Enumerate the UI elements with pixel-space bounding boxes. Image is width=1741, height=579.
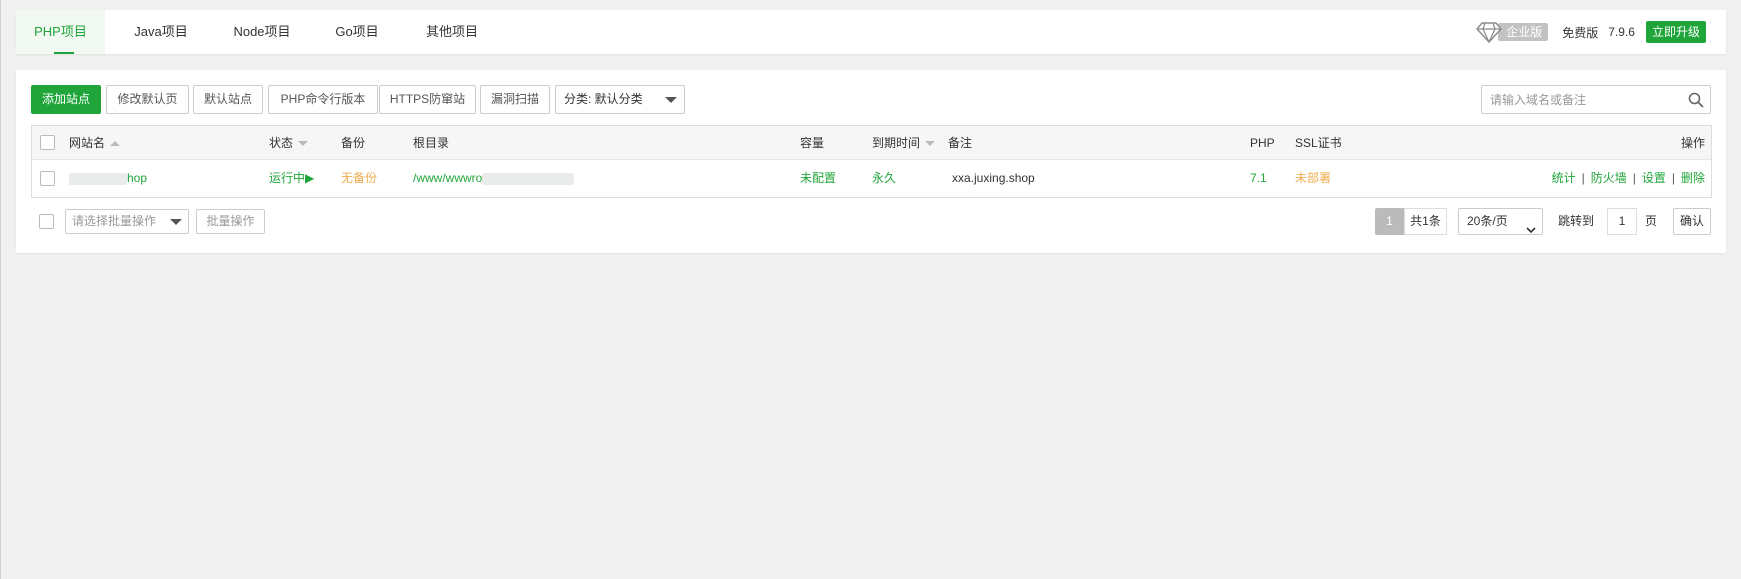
default-site-button[interactable]: 默认站点 [193, 85, 263, 114]
sort-desc-icon [298, 141, 309, 147]
column-backup: 备份 [341, 136, 366, 150]
project-type-tabbar: PHP项目 Java项目 Node项目 Go项目 其他项目 企业版 免费版 7.… [16, 10, 1726, 54]
search-box[interactable] [1481, 85, 1711, 114]
free-edition-label: 免费版 [1562, 25, 1599, 40]
tab-php-projects[interactable]: PHP项目 [16, 10, 105, 54]
tab-other-projects[interactable]: 其他项目 [407, 10, 497, 54]
redacted-text [69, 172, 127, 185]
diamond-icon [1476, 21, 1502, 44]
backup-status-link[interactable]: 无备份 [341, 160, 377, 197]
batch-select-placeholder: 请选择批量操作 [72, 214, 157, 228]
action-firewall-link[interactable]: 防火墙 [1591, 171, 1627, 185]
batch-operation-button[interactable]: 批量操作 [196, 209, 265, 234]
window-left-edge [0, 0, 1, 579]
select-all-checkbox[interactable] [40, 135, 55, 150]
php-version-link[interactable]: 7.1 [1250, 160, 1267, 197]
column-capacity: 容量 [800, 136, 825, 150]
redacted-text [482, 172, 575, 185]
batch-operation-select[interactable]: 请选择批量操作 [65, 209, 189, 234]
edit-default-page-button[interactable]: 修改默认页 [106, 85, 189, 114]
action-stats-link[interactable]: 统计 [1552, 171, 1576, 185]
https-anti-snoop-button[interactable]: HTTPS防窜站 [379, 85, 476, 114]
root-dir-link[interactable]: /www/wwwro [413, 160, 575, 197]
table-header: 网站名 状态 备份 根目录 容量 到期时间 备注 PHP SSL证书 操作 [32, 126, 1711, 160]
chevron-down-icon [665, 97, 677, 103]
capacity-link[interactable]: 未配置 [800, 160, 836, 197]
row-actions: 统计 | 防火墙 | 设置 | 删除 [1551, 171, 1705, 185]
search-input[interactable] [1482, 86, 1672, 113]
table-row: hop 运行中▶ 无备份 /www/wwwro 未配置 永久 xxa.juxin… [32, 160, 1711, 197]
status-running-toggle[interactable]: 运行中▶ [269, 160, 314, 197]
jump-confirm-button[interactable]: 确认 [1673, 208, 1711, 235]
jump-to-label: 跳转到 [1558, 214, 1595, 228]
column-note: 备注 [948, 136, 973, 150]
footer-select-all-checkbox[interactable] [39, 214, 54, 229]
site-list-panel: 添加站点 修改默认页 默认站点 PHP命令行版本 HTTPS防窜站 漏洞扫描 分… [16, 70, 1726, 253]
row-checkbox[interactable] [40, 171, 55, 186]
site-table: 网站名 状态 备份 根目录 容量 到期时间 备注 PHP SSL证书 操作 ho… [31, 125, 1712, 198]
expiry-link[interactable]: 永久 [872, 160, 896, 197]
pagination-current-page[interactable]: 1 [1375, 208, 1404, 235]
column-php: PHP [1250, 136, 1275, 150]
column-actions: 操作 [1680, 136, 1705, 150]
tab-java-projects[interactable]: Java项目 [105, 10, 217, 54]
note-text[interactable]: xxa.juxing.shop [952, 160, 1035, 197]
chevron-down-icon [1526, 218, 1536, 234]
search-icon[interactable] [1688, 92, 1704, 108]
upgrade-now-button[interactable]: 立即升级 [1645, 21, 1706, 43]
add-site-button[interactable]: 添加站点 [31, 85, 101, 114]
vuln-scan-button[interactable]: 漏洞扫描 [480, 85, 550, 114]
column-status[interactable]: 状态 [269, 126, 309, 160]
sort-asc-icon [110, 141, 121, 147]
column-ssl: SSL证书 [1295, 136, 1342, 150]
category-select[interactable]: 分类: 默认分类 [555, 85, 685, 114]
version-label: 7.9.6 [1608, 25, 1635, 39]
ssl-status-link[interactable]: 未部署 [1295, 160, 1331, 197]
site-name-link[interactable]: hop [69, 160, 147, 197]
category-select-value: 分类: 默认分类 [564, 92, 643, 106]
page-unit-label: 页 [1645, 214, 1658, 228]
action-settings-link[interactable]: 设置 [1642, 171, 1666, 185]
php-cli-version-button[interactable]: PHP命令行版本 [268, 85, 378, 114]
enterprise-badge[interactable]: 企业版 [1498, 23, 1549, 41]
page-size-value: 20条/页 [1467, 214, 1508, 228]
chevron-down-icon [170, 219, 182, 225]
pagination-total: 共1条 [1404, 208, 1447, 235]
sort-desc-icon [925, 141, 936, 147]
action-delete-link[interactable]: 删除 [1681, 171, 1705, 185]
column-site-name[interactable]: 网站名 [69, 126, 121, 160]
column-expiry[interactable]: 到期时间 [872, 126, 936, 160]
tab-go-projects[interactable]: Go项目 [307, 10, 407, 54]
tab-node-projects[interactable]: Node项目 [217, 10, 307, 54]
page-size-select[interactable]: 20条/页 [1458, 208, 1543, 235]
edition-info: 企业版 免费版 7.9.6 立即升级 [1476, 10, 1706, 54]
column-root-dir: 根目录 [413, 136, 450, 150]
jump-page-input[interactable]: 1 [1607, 208, 1637, 235]
